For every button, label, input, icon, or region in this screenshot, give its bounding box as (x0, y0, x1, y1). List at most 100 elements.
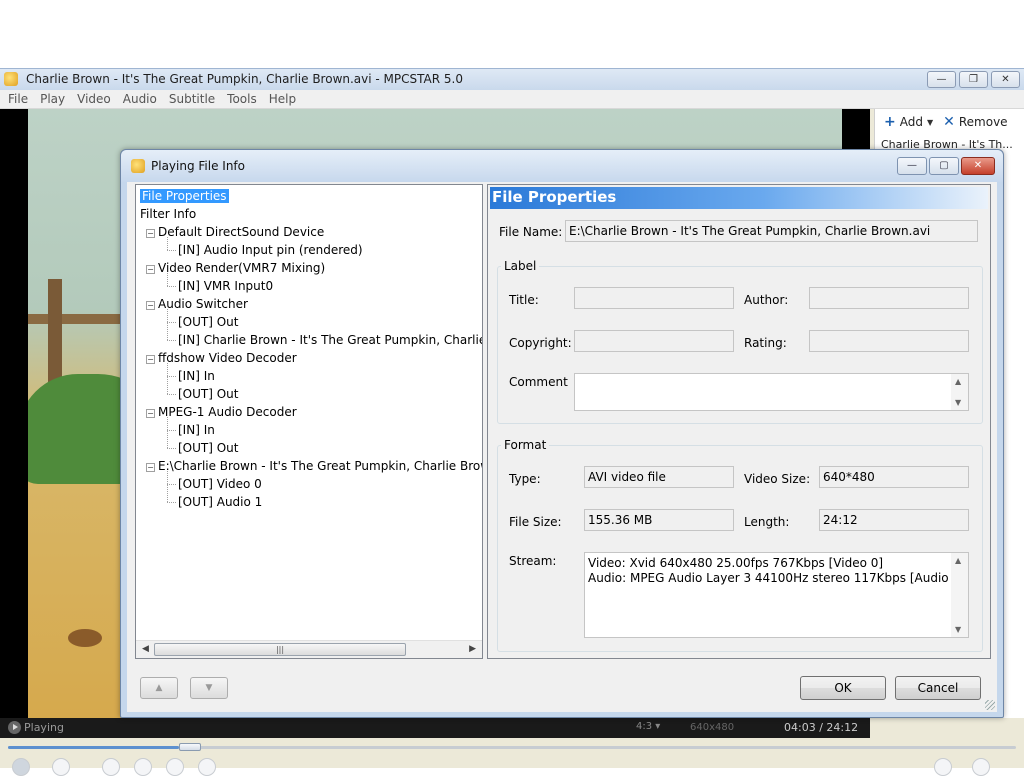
title-label: Title: (509, 293, 539, 307)
scroll-down-icon[interactable]: ▼ (955, 625, 961, 634)
ok-button[interactable]: OK (800, 676, 886, 700)
tree-node-pin[interactable]: [IN] Charlie Brown - It's The Great Pump… (178, 331, 482, 349)
pause-button[interactable] (12, 758, 30, 776)
tree-node-pin[interactable]: [OUT] Video 0 (178, 475, 262, 493)
next-button[interactable] (198, 758, 216, 776)
length-field[interactable]: 24:12 (819, 509, 969, 531)
dialog-close-button[interactable]: ✕ (961, 157, 995, 175)
tree-connector (167, 237, 168, 250)
menu-help[interactable]: Help (263, 92, 302, 106)
close-button[interactable]: ✕ (991, 71, 1020, 88)
playback-controls (0, 754, 1024, 776)
main-title-bar[interactable]: Charlie Brown - It's The Great Pumpkin, … (0, 68, 1024, 90)
tree-node-pin[interactable]: [IN] VMR Input0 (178, 277, 273, 295)
collapse-icon[interactable]: − (146, 409, 155, 418)
previous-button[interactable] (102, 758, 120, 776)
scroll-left-icon[interactable]: ◀ (142, 644, 149, 654)
collapse-icon[interactable]: − (146, 265, 155, 274)
dialog-minimize-button[interactable]: — (897, 157, 927, 175)
tree-node-pin[interactable]: [OUT] Audio 1 (178, 493, 262, 511)
scroll-up-icon[interactable]: ▲ (955, 556, 961, 565)
tree-node-pin[interactable]: [OUT] Out (178, 385, 239, 403)
tree-connector (167, 322, 176, 323)
seek-thumb[interactable] (179, 743, 201, 751)
tree-node-filter[interactable]: − E:\Charlie Brown - It's The Great Pumpk… (146, 457, 482, 475)
collapse-icon[interactable]: − (146, 229, 155, 238)
file-size-field[interactable]: 155.36 MB (584, 509, 734, 531)
aspect-ratio-selector[interactable]: 4:3 ▾ (636, 721, 660, 732)
move-up-button[interactable]: ▲ (140, 677, 178, 699)
collapse-icon[interactable]: − (146, 301, 155, 310)
scroll-up-icon[interactable]: ▲ (955, 377, 961, 386)
dialog-app-icon (131, 159, 145, 173)
tree-connector (167, 471, 168, 502)
stop-button[interactable] (52, 758, 70, 776)
tree-node-label: Video Render(VMR7 Mixing) (158, 261, 326, 275)
resize-grip-icon[interactable] (985, 700, 995, 710)
stream-field[interactable]: Video: Xvid 640x480 25.00fps 767Kbps [Vi… (584, 552, 969, 638)
video-size-field[interactable]: 640*480 (819, 466, 969, 488)
tree-node-filter[interactable]: − MPEG-1 Audio Decoder (146, 403, 297, 421)
tree-horizontal-scrollbar[interactable]: ◀ ||| ▶ (136, 640, 482, 658)
scroll-right-icon[interactable]: ▶ (469, 644, 476, 654)
tree-node-pin[interactable]: [IN] Audio Input pin (rendered) (178, 241, 363, 259)
tree-connector (167, 340, 176, 341)
file-size-label: File Size: (509, 515, 562, 529)
tree-connector (167, 363, 168, 394)
copyright-field[interactable] (574, 330, 734, 352)
type-field[interactable]: AVI video file (584, 466, 734, 488)
rewind-button[interactable] (134, 758, 152, 776)
comment-label: Comment (509, 375, 568, 389)
window-controls: — ❐ ✕ (927, 71, 1020, 88)
tree-node-filter[interactable]: − Video Render(VMR7 Mixing) (146, 259, 325, 277)
filter-tree-panel: File Properties Filter Info − Default Direc… (135, 184, 483, 659)
tree-node-pin[interactable]: [IN] In (178, 367, 215, 385)
dialog-title-bar[interactable]: Playing File Info — ▢ ✕ (121, 150, 1003, 182)
collapse-icon[interactable]: − (146, 355, 155, 364)
add-button[interactable]: + Add ▼ (881, 114, 936, 130)
stream-scrollbar[interactable]: ▲ ▼ (951, 553, 968, 637)
menu-subtitle[interactable]: Subtitle (163, 92, 221, 106)
menu-video[interactable]: Video (71, 92, 117, 106)
move-down-button[interactable]: ▼ (190, 677, 228, 699)
author-field[interactable] (809, 287, 969, 309)
tree-node-pin[interactable]: [IN] In (178, 421, 215, 439)
tree-node-root[interactable]: File Properties (140, 187, 229, 205)
plus-icon: + (884, 114, 896, 130)
seek-bar[interactable] (0, 742, 1024, 752)
title-field[interactable] (574, 287, 734, 309)
tree-node-filter[interactable]: − ffdshow Video Decoder (146, 349, 297, 367)
dialog-maximize-button[interactable]: ▢ (929, 157, 959, 175)
length-label: Length: (744, 515, 790, 529)
menu-audio[interactable]: Audio (117, 92, 163, 106)
stream-label: Stream: (509, 554, 557, 568)
remove-button[interactable]: ✕ Remove (940, 114, 1010, 130)
cancel-button[interactable]: Cancel (895, 676, 981, 700)
tree-node-label: MPEG-1 Audio Decoder (158, 405, 297, 419)
scroll-thumb[interactable]: ||| (154, 643, 406, 656)
file-name-field[interactable]: E:\Charlie Brown - It's The Great Pumpki… (565, 220, 978, 242)
menu-play[interactable]: Play (34, 92, 71, 106)
tree-node-filter[interactable]: − Audio Switcher (146, 295, 248, 313)
dropdown-arrow-icon[interactable]: ▼ (927, 118, 933, 127)
scroll-down-icon[interactable]: ▼ (955, 398, 961, 407)
minimize-button[interactable]: — (927, 71, 956, 88)
status-bar: Playing 4:3 ▾ 640x480 04:03 / 24:12 (0, 718, 870, 738)
menu-file[interactable]: File (2, 92, 34, 106)
desktop-blank-area (0, 0, 1024, 68)
tree-node-root[interactable]: Filter Info (140, 205, 196, 223)
tree-node-pin[interactable]: [OUT] Out (178, 313, 239, 331)
volume-button[interactable] (972, 758, 990, 776)
collapse-icon[interactable]: − (146, 463, 155, 472)
comment-field[interactable]: ▲ ▼ (574, 373, 969, 411)
tree-connector (167, 394, 176, 395)
type-label: Type: (509, 472, 541, 486)
rating-field[interactable] (809, 330, 969, 352)
mute-button[interactable] (934, 758, 952, 776)
menu-tools[interactable]: Tools (221, 92, 263, 106)
forward-button[interactable] (166, 758, 184, 776)
comment-scrollbar[interactable]: ▲ ▼ (951, 374, 968, 410)
tree-node-filter[interactable]: − Default DirectSound Device (146, 223, 324, 241)
restore-button[interactable]: ❐ (959, 71, 988, 88)
tree-node-pin[interactable]: [OUT] Out (178, 439, 239, 457)
